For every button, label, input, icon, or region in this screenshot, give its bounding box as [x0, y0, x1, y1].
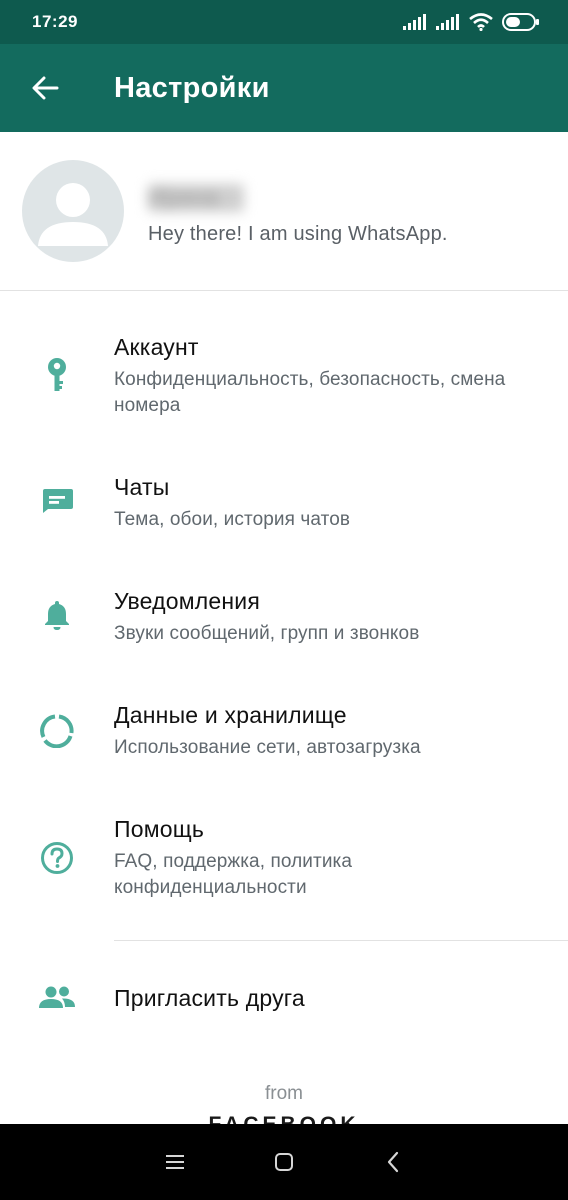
wifi-icon [469, 13, 493, 31]
key-icon [36, 354, 78, 396]
settings-item-subtitle: Звуки сообщений, групп и звонков [114, 623, 420, 644]
signal-icon [436, 14, 459, 30]
settings-item-data-storage[interactable]: Данные и хранилище Использование сети, а… [0, 690, 568, 780]
bell-icon [36, 594, 78, 636]
signal-icon [403, 14, 426, 30]
settings-item-chats[interactable]: Чаты Тема, обои, история чатов [0, 462, 568, 552]
chat-icon [36, 480, 78, 522]
profile-name: Ирина [148, 184, 244, 212]
status-time: 17:29 [32, 12, 78, 31]
settings-item-title: Чаты [114, 474, 170, 500]
system-nav-bar [0, 1124, 568, 1200]
settings-item-help[interactable]: Помощь FAQ, поддержка, политика конфиден… [0, 804, 568, 914]
app-bar: Настройки [0, 44, 568, 132]
from-label: from [265, 1083, 303, 1104]
settings-item-title: Уведомления [114, 588, 261, 614]
settings-item-subtitle: Тема, обои, история чатов [114, 509, 351, 530]
settings-item-subtitle: Конфиденциальность, безопасность, смена … [114, 369, 506, 416]
divider [0, 290, 568, 291]
chevron-left-icon [388, 1151, 399, 1173]
settings-item-account[interactable]: Аккаунт Конфиденциальность, безопасность… [0, 320, 568, 440]
people-icon [36, 977, 78, 1019]
page-title: Настройки [114, 71, 270, 104]
menu-icon [165, 1155, 184, 1169]
avatar[interactable] [22, 160, 124, 262]
divider [114, 940, 568, 941]
settings-item-title: Данные и хранилище [114, 702, 347, 728]
help-icon [36, 837, 78, 879]
invite-friend-title: Пригласить друга [114, 985, 305, 1011]
settings-item-subtitle: Использование сети, автозагрузка [114, 737, 421, 758]
settings-item-subtitle: FAQ, поддержка, политика конфиденциально… [114, 851, 353, 898]
recents-button[interactable] [145, 1132, 205, 1192]
settings-item-notifications[interactable]: Уведомления Звуки сообщений, групп и зво… [0, 576, 568, 666]
profile-card[interactable]: Ирина Hey there! I am using WhatsApp. [0, 132, 568, 290]
status-bar: 17:29 [0, 0, 568, 44]
person-placeholder-icon [38, 183, 108, 246]
square-icon [274, 1153, 293, 1171]
battery-icon [502, 13, 539, 31]
status-icons [403, 13, 540, 31]
profile-status: Hey there! I am using WhatsApp. [148, 223, 448, 245]
back-nav-button[interactable] [363, 1132, 423, 1192]
data-usage-icon [36, 710, 78, 752]
home-button[interactable] [254, 1132, 314, 1192]
arrow-left-icon [32, 76, 59, 100]
back-button[interactable] [0, 44, 90, 132]
invite-friend-item[interactable]: Пригласить друга [0, 966, 568, 1030]
settings-item-title: Аккаунт [114, 334, 199, 360]
settings-item-title: Помощь [114, 816, 205, 842]
